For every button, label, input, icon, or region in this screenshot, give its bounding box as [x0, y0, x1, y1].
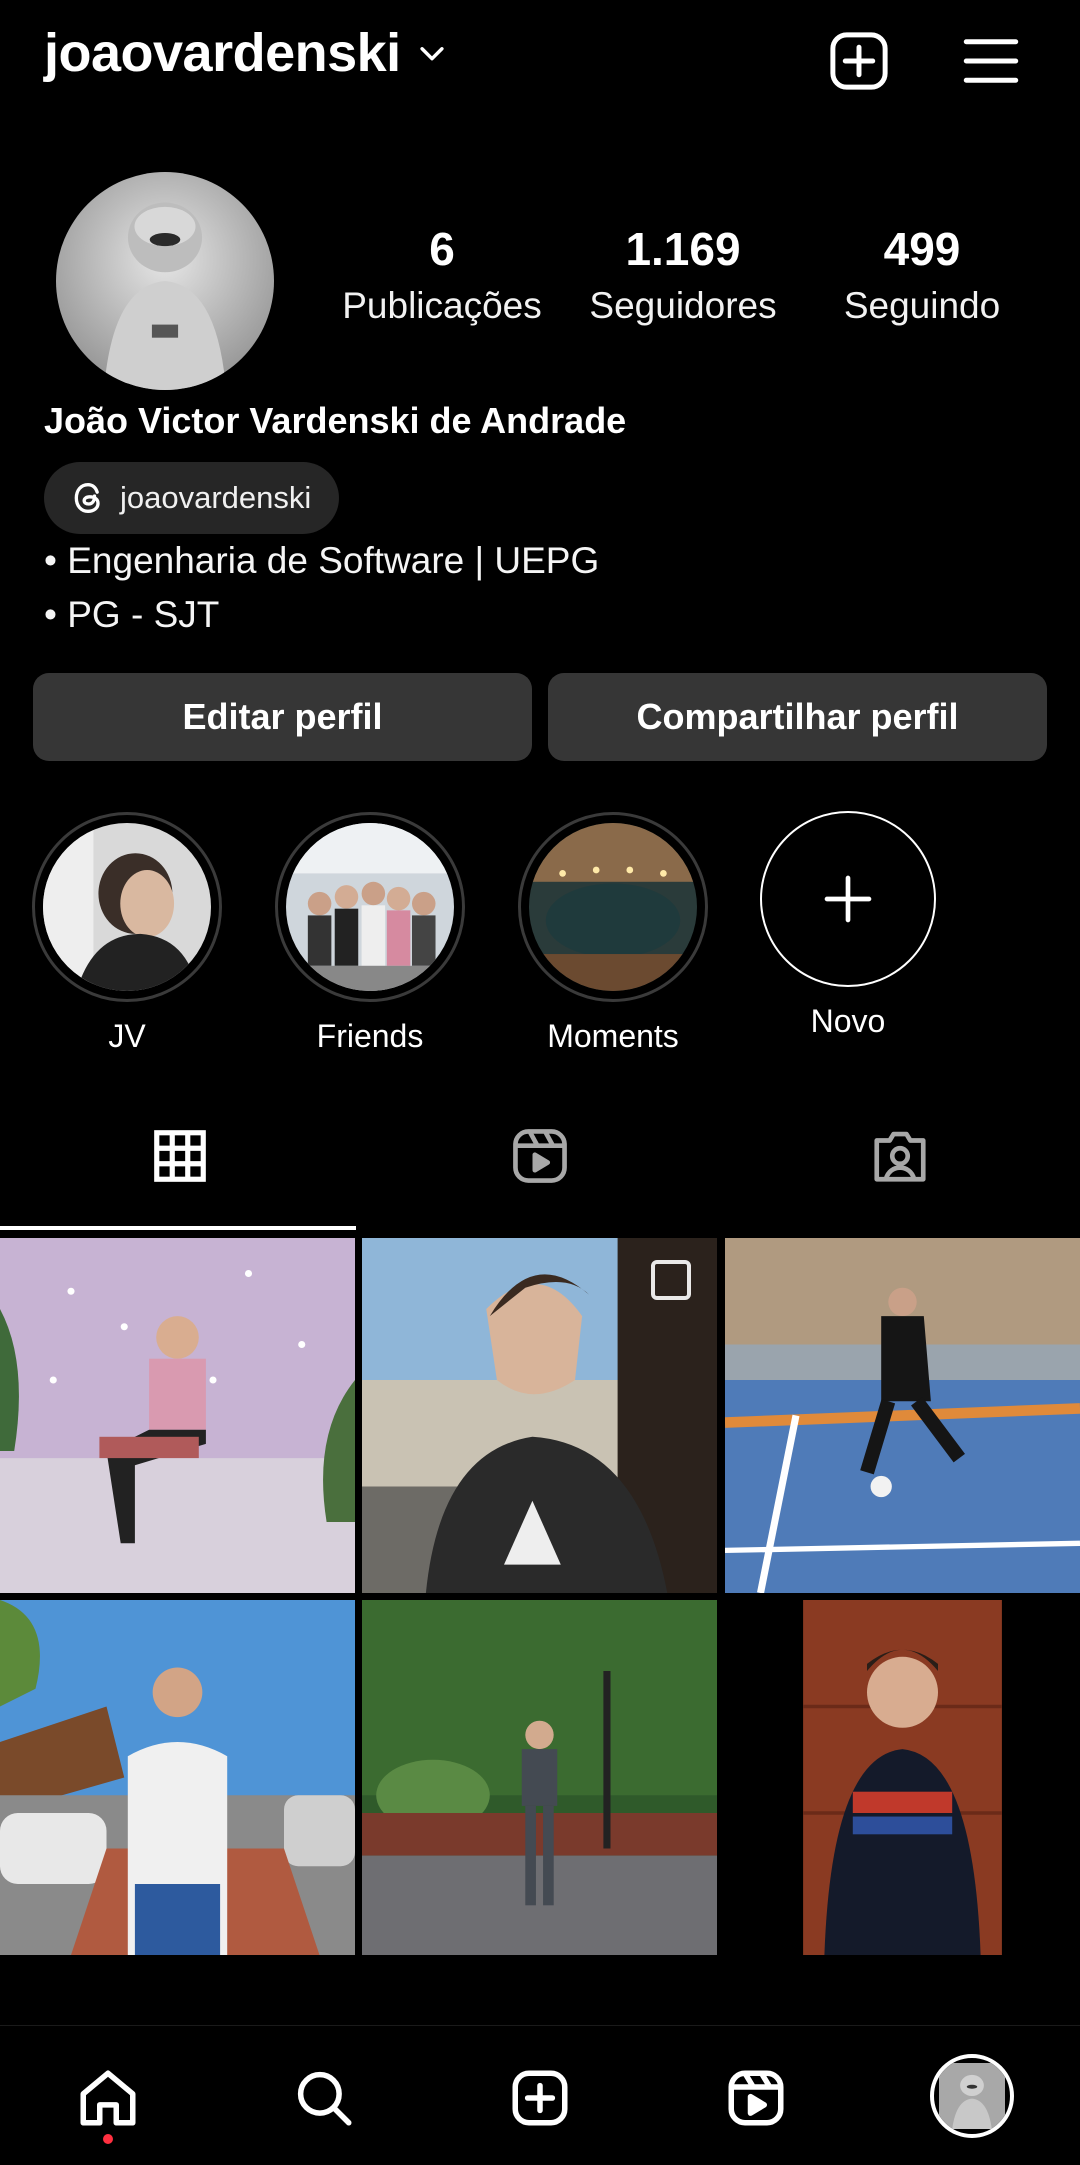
plus-icon — [824, 875, 872, 923]
highlight-ring — [518, 812, 708, 1002]
selected-tab-indicator — [0, 1226, 356, 1230]
bio-line-1: • Engenharia de Software | UEPG — [44, 540, 600, 581]
nav-profile-avatar[interactable] — [930, 2054, 1014, 2138]
reels-icon — [728, 2070, 784, 2126]
post-thumbnail[interactable] — [362, 1600, 717, 1955]
nav-search[interactable] — [288, 2062, 360, 2134]
following-label: Seguindo — [843, 284, 1001, 326]
nav-home[interactable] — [72, 2062, 144, 2134]
threads-icon — [74, 482, 100, 514]
highlight-cover — [529, 823, 697, 991]
post-thumbnail[interactable] — [0, 1600, 355, 1955]
nav-create[interactable] — [504, 2062, 576, 2134]
highlight-ring — [275, 812, 465, 1002]
highlight-ring — [32, 812, 222, 1002]
post-thumbnail[interactable] — [725, 1238, 1080, 1593]
home-icon — [80, 2070, 136, 2126]
new-highlight-button[interactable]: Novo — [760, 811, 936, 1040]
following-value: 499 — [883, 223, 961, 275]
new-highlight-circle — [760, 811, 936, 987]
tagged-icon — [874, 1131, 926, 1182]
posts-label: Publicações — [342, 284, 542, 326]
highlight-jv[interactable]: JV — [32, 812, 222, 1055]
new-post-icon[interactable] — [826, 28, 892, 94]
full-name: João Victor Vardenski de Andrade — [44, 400, 627, 441]
profile-avatar[interactable] — [56, 172, 274, 390]
reels-icon — [513, 1129, 567, 1183]
followers-count[interactable]: 1.169 Seguidores — [575, 224, 791, 327]
post-thumbnail[interactable] — [362, 1238, 717, 1593]
new-highlight-label: Novo — [810, 1003, 886, 1039]
threads-badge[interactable]: joaovardenski — [44, 462, 340, 534]
top-bar: joaovardenski — [0, 0, 1080, 120]
highlight-friends[interactable]: Friends — [275, 812, 465, 1055]
highlight-cover — [43, 823, 211, 991]
highlight-label: JV — [108, 1018, 146, 1054]
threads-handle: joaovardenski — [120, 480, 312, 515]
menu-icon[interactable] — [958, 28, 1024, 94]
tab-reels[interactable] — [360, 1125, 720, 1229]
share-profile-button[interactable]: Compartilhar perfil — [548, 673, 1047, 761]
grid-icon — [154, 1130, 206, 1182]
chevron-down-icon — [420, 47, 444, 61]
notification-dot — [103, 2134, 113, 2144]
tab-tagged[interactable] — [720, 1125, 1080, 1229]
following-count[interactable]: 499 Seguindo — [822, 224, 1022, 327]
followers-value: 1.169 — [625, 223, 741, 275]
post-thumbnail[interactable] — [725, 1600, 1080, 1955]
followers-label: Seguidores — [589, 284, 777, 326]
edit-profile-button[interactable]: Editar perfil — [33, 673, 532, 761]
bottom-navigation — [0, 2025, 1080, 2165]
account-switcher[interactable]: joaovardenski — [44, 22, 449, 84]
username: joaovardenski — [44, 23, 401, 83]
create-icon — [512, 2070, 568, 2126]
posts-value: 6 — [429, 223, 455, 275]
search-icon — [297, 2071, 352, 2126]
bio-line-2: • PG - SJT — [44, 594, 220, 635]
highlight-label: Moments — [547, 1018, 679, 1054]
nav-reels[interactable] — [720, 2062, 792, 2134]
posts-count[interactable]: 6 Publicações — [336, 224, 548, 327]
tab-posts[interactable] — [0, 1125, 360, 1229]
multiple-photos-icon — [651, 1260, 691, 1300]
highlight-moments[interactable]: Moments — [518, 812, 708, 1055]
post-thumbnail[interactable] — [0, 1238, 355, 1593]
profile-screen: joaovardenski 6 Publicações 1.169 Seguid… — [0, 0, 1080, 2165]
highlight-cover — [286, 823, 454, 991]
highlight-label: Friends — [316, 1018, 424, 1054]
